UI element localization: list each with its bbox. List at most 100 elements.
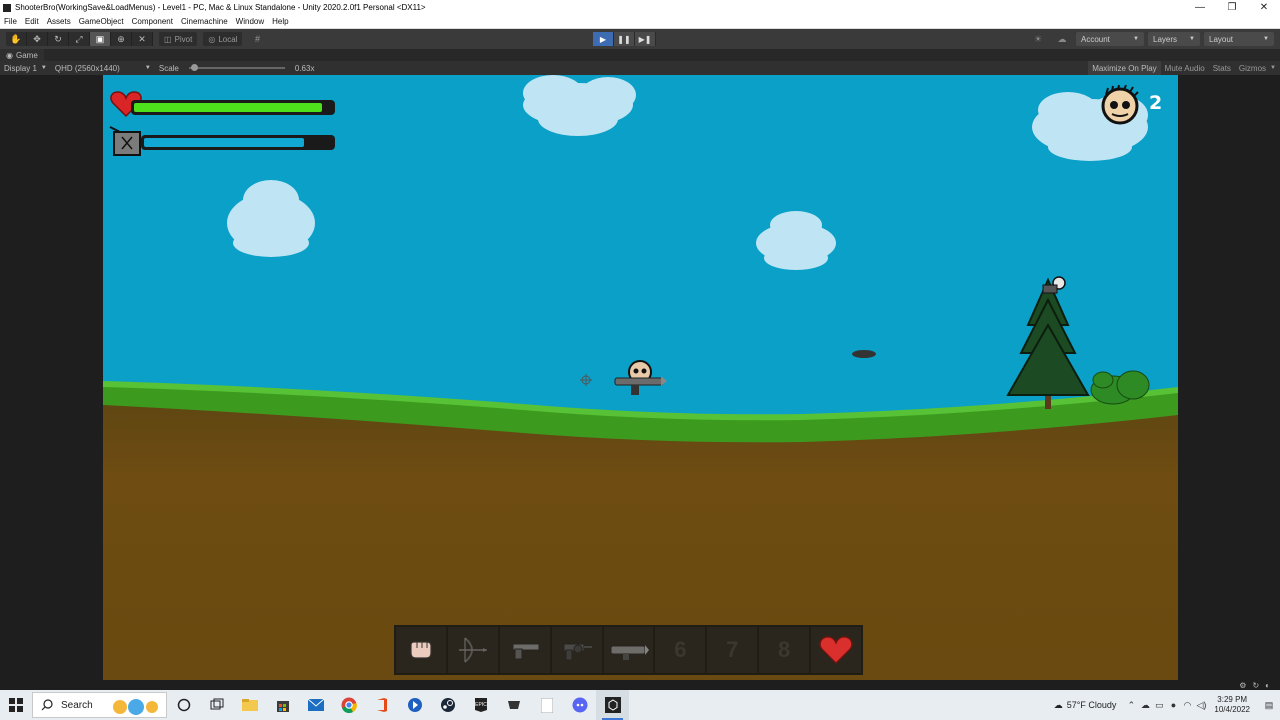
rect-tool-icon[interactable]: ▣ xyxy=(90,32,111,46)
clock-time: 3:29 PM xyxy=(1217,695,1248,704)
office-icon[interactable] xyxy=(365,690,398,720)
hotbar-slot-pistol[interactable] xyxy=(499,627,550,673)
chevron-up-icon[interactable]: ⌃ xyxy=(1124,700,1138,711)
search-label: Search xyxy=(61,699,93,711)
notepad-icon[interactable] xyxy=(530,690,563,720)
hotbar-slot-bow[interactable] xyxy=(447,627,498,673)
local-label: Local xyxy=(218,34,238,44)
menu-gameobject[interactable]: GameObject xyxy=(75,17,128,26)
clock-date: 10/4/2022 xyxy=(1214,705,1250,714)
enemy-count: 2 xyxy=(1149,92,1163,114)
close-button[interactable]: ✕ xyxy=(1248,0,1280,15)
resolution-dropdown[interactable]: QHD (2560x1440) ▼ xyxy=(51,64,155,73)
cortana-icon[interactable] xyxy=(167,690,200,720)
scale-value: 0.63x xyxy=(294,63,315,73)
scale-slider[interactable] xyxy=(188,64,285,71)
volume-icon[interactable]: ◁) xyxy=(1194,700,1208,711)
display-dropdown[interactable]: Display 1 ▼ xyxy=(0,64,51,73)
gizmos-label: Gizmos xyxy=(1238,63,1267,73)
local-toggle[interactable]: ◎ Local xyxy=(203,32,243,46)
mail-icon[interactable] xyxy=(299,690,332,720)
pine-tree xyxy=(1006,276,1090,409)
wifi-icon[interactable]: ◠ xyxy=(1180,700,1194,711)
clock[interactable]: 3:29 PM 10/4/2022 xyxy=(1214,695,1250,715)
task-view-icon[interactable] xyxy=(200,690,233,720)
cloud-icon[interactable]: ☁ xyxy=(1052,32,1072,46)
chrome-icon[interactable] xyxy=(332,690,365,720)
menu-help[interactable]: Help xyxy=(268,17,292,26)
menu-bar: File Edit Assets GameObject Component Ci… xyxy=(0,15,1280,29)
grid-snap-icon[interactable]: # xyxy=(248,32,266,46)
health-bar-fill xyxy=(134,103,323,112)
menu-edit[interactable]: Edit xyxy=(21,17,43,26)
main-toolbar: ✋ ✥ ↻ ⤢ ▣ ⊕ ✕ ◫ Pivot ◎ Local # ▶ ❚❚ ▶❚ … xyxy=(0,29,1280,49)
menu-cinemachine[interactable]: Cinemachine xyxy=(177,17,232,26)
hotbar-slot-heart[interactable] xyxy=(811,627,862,673)
crosshair-icon xyxy=(580,374,592,386)
editor-status-icons: ⚙ ↻ ◐ xyxy=(1239,681,1270,690)
cloud xyxy=(227,180,315,257)
desktop: ShooterBro(WorkingSave&LoadMenus) - Leve… xyxy=(0,0,1280,720)
tab-game[interactable]: ◉ Game xyxy=(0,49,44,61)
play-button[interactable]: ▶ xyxy=(593,32,614,46)
hotbar-slot-revolver[interactable] xyxy=(551,627,602,673)
layout-dropdown[interactable]: Layout ▼ xyxy=(1204,32,1274,46)
restore-button[interactable]: ❐ xyxy=(1216,0,1248,15)
hotbar-slot-7[interactable]: 7 xyxy=(707,627,758,673)
gizmos-dropdown[interactable]: Gizmos ▼ xyxy=(1235,61,1280,75)
epic-games-icon[interactable]: EPIC xyxy=(464,690,497,720)
chevron-down-icon: ▼ xyxy=(1263,36,1269,42)
account-dropdown[interactable]: Account ▼ xyxy=(1076,32,1144,46)
menu-window[interactable]: Window xyxy=(232,17,268,26)
search-icon xyxy=(41,699,53,711)
weather-widget[interactable]: ☁ 57°F Cloudy xyxy=(1054,700,1117,711)
menu-file[interactable]: File xyxy=(0,17,21,26)
onedrive-icon[interactable]: ☁ xyxy=(1138,700,1152,711)
tab-game-label: Game xyxy=(15,50,38,60)
custom-tool-icon[interactable]: ✕ xyxy=(132,32,153,46)
display-label: Display 1 xyxy=(4,63,37,73)
unity-hub-icon[interactable] xyxy=(497,690,530,720)
maximize-on-play-toggle[interactable]: Maximize On Play xyxy=(1088,61,1161,75)
step-button[interactable]: ▶❚ xyxy=(635,32,656,46)
start-button[interactable] xyxy=(0,690,32,720)
sun-icon[interactable]: ☀ xyxy=(1028,32,1048,46)
move-tool-icon[interactable]: ✥ xyxy=(27,32,48,46)
microphone-icon[interactable]: ● xyxy=(1166,700,1180,710)
unity-editor-icon[interactable] xyxy=(596,690,629,720)
pause-button[interactable]: ❚❚ xyxy=(614,32,635,46)
fuel-bar-fill xyxy=(144,138,304,147)
scale-tool-icon[interactable]: ⤢ xyxy=(69,32,90,46)
hotbar-slot-fist[interactable] xyxy=(396,627,446,673)
notification-icon[interactable]: ▤ xyxy=(1258,700,1280,711)
layers-dropdown[interactable]: Layers ▼ xyxy=(1148,32,1200,46)
hand-tool-icon[interactable]: ✋ xyxy=(6,32,27,46)
app-icon-blue[interactable] xyxy=(398,690,431,720)
minimize-button[interactable]: — xyxy=(1184,0,1216,15)
hotbar-slot-6[interactable]: 6 xyxy=(655,627,706,673)
system-tray: ☁ 57°F Cloudy ⌃ ☁ ▭ ● ◠ ◁) 3:29 PM 10/4/… xyxy=(1054,690,1280,720)
scale-slider-handle[interactable] xyxy=(190,64,198,71)
mute-audio-toggle[interactable]: Mute Audio xyxy=(1161,61,1209,75)
file-explorer-icon[interactable] xyxy=(233,690,266,720)
steam-icon[interactable] xyxy=(431,690,464,720)
rotate-tool-icon[interactable]: ↻ xyxy=(48,32,69,46)
transform-tool-icon[interactable]: ⊕ xyxy=(111,32,132,46)
game-viewport[interactable]: 2 6 7 8 xyxy=(103,75,1178,680)
network-icon[interactable]: ▭ xyxy=(1152,700,1166,711)
store-icon[interactable] xyxy=(266,690,299,720)
pivot-toggle[interactable]: ◫ Pivot xyxy=(159,32,198,46)
menu-assets[interactable]: Assets xyxy=(43,17,75,26)
chevron-down-icon: ▼ xyxy=(1270,65,1276,71)
game-view-toolbar: Display 1 ▼ QHD (2560x1440) ▼ Scale 0.63… xyxy=(0,61,1280,75)
windows-logo-icon xyxy=(9,698,23,712)
menu-component[interactable]: Component xyxy=(128,17,177,26)
unity-logo-icon xyxy=(3,3,11,12)
hotbar-slot-8[interactable]: 8 xyxy=(759,627,810,673)
taskbar-search-box[interactable]: Search xyxy=(32,692,167,718)
stats-toggle[interactable]: Stats xyxy=(1209,61,1235,75)
layers-label: Layers xyxy=(1153,34,1178,44)
game-scene xyxy=(103,75,1178,680)
hotbar-slot-rocket-launcher[interactable] xyxy=(603,627,654,673)
discord-icon[interactable] xyxy=(563,690,596,720)
